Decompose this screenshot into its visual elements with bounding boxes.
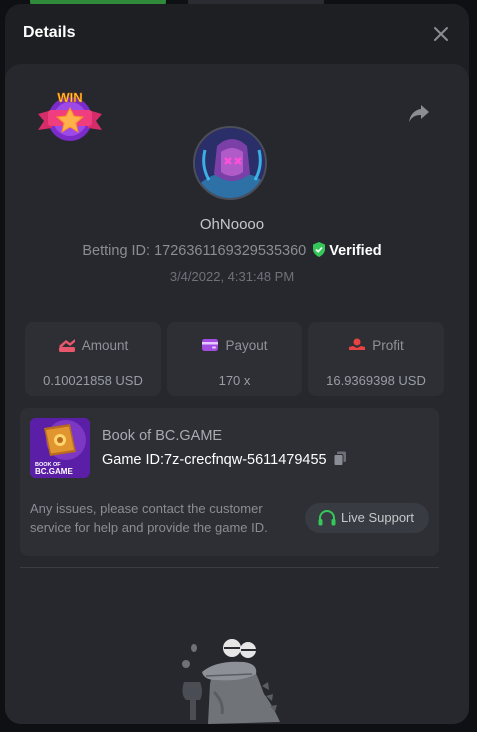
modal-title: Details: [23, 24, 76, 41]
share-icon[interactable]: [407, 102, 431, 124]
game-id-label: Game ID:: [102, 452, 165, 468]
stat-amount: Amount 0.10021858 USD: [25, 322, 161, 396]
stat-profit-value: 16.9369398 USD: [326, 373, 426, 388]
avatar: [193, 126, 267, 200]
stat-profit: Profit 16.9369398 USD: [308, 322, 444, 396]
stat-amount-value: 0.10021858 USD: [43, 373, 143, 388]
close-icon[interactable]: [431, 24, 451, 44]
game-name[interactable]: Book of BC.GAME: [102, 428, 222, 444]
amount-icon: [58, 339, 75, 352]
help-text: Any issues, please contact the customer …: [30, 501, 268, 535]
thumb-text-bottom: BC.GAME: [35, 467, 73, 476]
game-card: BOOK OF BC.GAME Book of BC.GAME Game ID:…: [20, 408, 439, 556]
verified-shield-icon: [313, 242, 326, 257]
stat-payout-label: Payout: [225, 338, 268, 353]
live-support-button[interactable]: Live Support: [305, 503, 429, 533]
username: OhNoooo: [199, 216, 265, 233]
betting-id-label: Betting ID:: [82, 243, 151, 259]
book-icon: BOOK OF BC.GAME: [30, 418, 90, 478]
stat-profit-label: Profit: [372, 338, 404, 353]
stat-payout: Payout 170 x: [167, 322, 302, 396]
profit-icon: [349, 338, 366, 350]
win-badge-icon: WIN: [38, 90, 102, 141]
payout-icon: [202, 339, 219, 351]
bet-timestamp: 3/4/2022, 4:31:48 PM: [169, 269, 295, 284]
verified-label: Verified: [329, 243, 382, 259]
live-support-label: Live Support: [341, 510, 414, 525]
betting-id-line: Betting ID: 1726361169329535360 Verified: [0, 242, 464, 259]
stat-amount-label: Amount: [81, 338, 129, 353]
win-badge-text: WIN: [57, 90, 82, 105]
game-thumbnail[interactable]: BOOK OF BC.GAME: [30, 418, 90, 478]
game-id-value: 7z-crecfnqw-5611479455: [164, 452, 327, 468]
stat-payout-value: 170 x: [218, 373, 251, 388]
modal-header: Details: [5, 4, 469, 62]
crocodile-mascot-icon: [182, 639, 280, 724]
game-id-row: Game ID:7z-crecfnqw-5611479455: [102, 451, 347, 468]
divider: [20, 567, 439, 568]
copy-icon[interactable]: [333, 451, 347, 466]
betting-id-value: 1726361169329535360: [154, 243, 307, 259]
headset-icon: [318, 510, 336, 526]
